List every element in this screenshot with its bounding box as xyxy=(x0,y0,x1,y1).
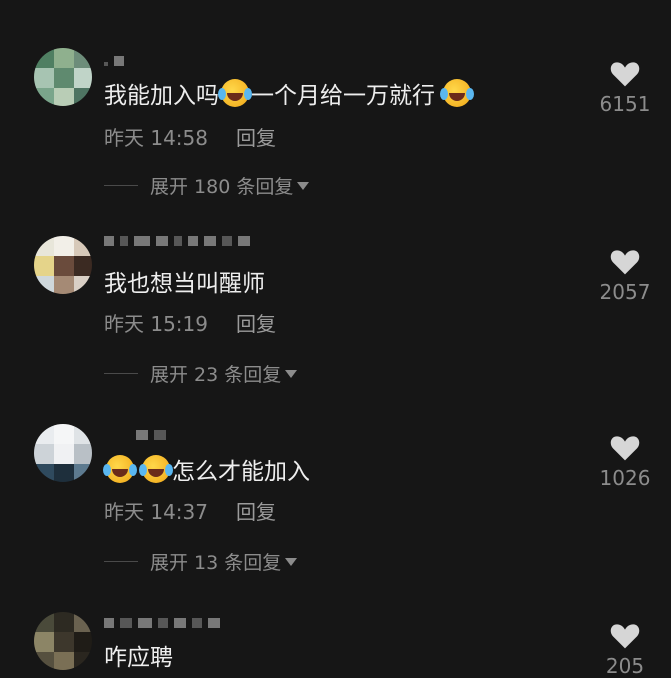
username-obscured[interactable] xyxy=(104,236,250,246)
like-count: 2057 xyxy=(599,280,651,304)
reply-button[interactable]: 回复 xyxy=(236,308,276,337)
comment-text-part: 一个月给一万就行 xyxy=(251,83,435,109)
heart-icon xyxy=(610,250,640,275)
like-button[interactable]: 2057 xyxy=(595,246,655,304)
triangle-down-icon xyxy=(285,369,298,378)
expand-replies-button[interactable]: 展开 180 条回复 xyxy=(104,172,310,199)
heart-icon xyxy=(610,436,640,461)
username-obscured[interactable] xyxy=(104,56,124,66)
expand-label: 展开 180 条回复 xyxy=(150,176,294,198)
heart-icon xyxy=(610,624,640,649)
comment-meta: 昨天 15:19 回复 xyxy=(104,308,276,337)
avatar[interactable] xyxy=(34,424,92,482)
crying-emoji-icon xyxy=(440,79,471,107)
reply-button[interactable]: 回复 xyxy=(236,496,276,525)
heart-icon xyxy=(610,62,640,87)
expand-replies-button[interactable]: 展开 23 条回复 xyxy=(104,360,298,387)
triangle-down-icon xyxy=(285,557,298,566)
comment-meta: 昨天 14:58 回复 xyxy=(104,122,276,151)
rofl-emoji-icon xyxy=(103,455,134,483)
rofl-emoji-icon xyxy=(218,79,249,107)
like-button[interactable]: 1026 xyxy=(595,432,655,490)
like-count: 205 xyxy=(605,654,645,678)
like-count: 1026 xyxy=(599,466,651,490)
expand-label: 展开 23 条回复 xyxy=(150,364,282,386)
comment-text-part: 我能加入吗 xyxy=(104,83,219,109)
comment-meta: 昨天 14:37 回复 xyxy=(104,496,276,525)
avatar[interactable] xyxy=(34,48,92,106)
reply-button[interactable]: 回复 xyxy=(236,122,276,151)
avatar[interactable] xyxy=(34,612,92,670)
comment-text-part: 怎么才能加入 xyxy=(172,459,310,485)
comment-text: 我也想当叫醒师 xyxy=(104,271,265,297)
divider xyxy=(104,185,138,186)
comment-time: 昨天 14:58 xyxy=(104,126,208,150)
triangle-down-icon xyxy=(297,181,310,190)
rofl-emoji-icon xyxy=(139,455,170,483)
comment-text: 咋应聘 xyxy=(104,645,173,671)
like-button[interactable]: 205 xyxy=(595,620,655,678)
avatar[interactable] xyxy=(34,236,92,294)
like-button[interactable]: 6151 xyxy=(595,58,655,116)
divider xyxy=(104,561,138,562)
comment-time: 昨天 14:37 xyxy=(104,500,208,524)
like-count: 6151 xyxy=(599,92,651,116)
expand-label: 展开 13 条回复 xyxy=(150,552,282,574)
username-obscured[interactable] xyxy=(104,618,220,628)
comment-text: 我能加入吗 一个月给一万就行 xyxy=(104,76,473,110)
username-obscured[interactable] xyxy=(104,430,166,440)
comment-time: 昨天 15:19 xyxy=(104,312,208,336)
comment-text: 怎么才能加入 xyxy=(103,452,310,486)
expand-replies-button[interactable]: 展开 13 条回复 xyxy=(104,548,298,575)
divider xyxy=(104,373,138,374)
